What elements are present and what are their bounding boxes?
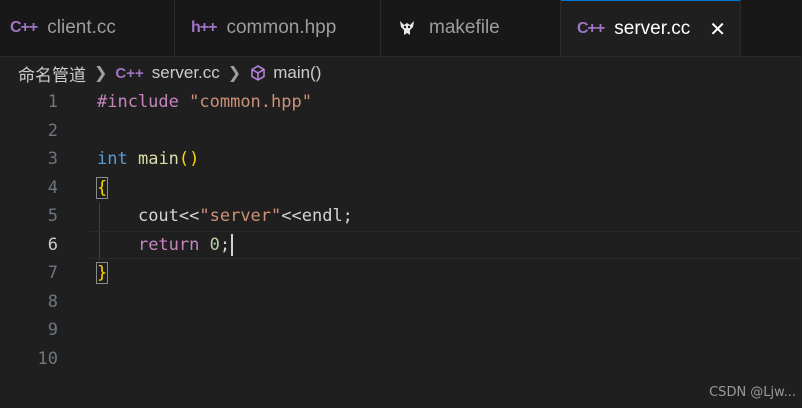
close-icon[interactable]: ✕ — [709, 17, 726, 42]
code-line: 4 { — [0, 174, 802, 203]
token-keyword: return — [137, 234, 200, 255]
hpp-file-icon: h++ — [191, 19, 217, 36]
code-line: 2 — [0, 117, 802, 146]
token-string: "common.hpp" — [189, 92, 312, 112]
line-number: 4 — [47, 177, 58, 198]
token-identifier: cout<< — [137, 206, 200, 226]
symbol-method-icon — [251, 65, 266, 81]
line-number: 7 — [47, 263, 58, 283]
tab-bar: C++ client.cc h++ common.hpp makefile C+… — [0, 0, 802, 57]
breadcrumb-folder[interactable]: 命名管道 — [18, 61, 86, 86]
tab-makefile[interactable]: makefile — [381, 0, 561, 56]
token-number: 0 — [209, 234, 220, 255]
code-line: 8 — [0, 288, 802, 317]
breadcrumb-symbol[interactable]: main() — [273, 63, 321, 83]
token-identifier: <<endl; — [281, 206, 353, 226]
token-brace-close: } — [95, 262, 109, 284]
line-number: 1 — [47, 92, 58, 112]
cpp-file-icon: C++ — [577, 19, 605, 37]
tab-common-hpp[interactable]: h++ common.hpp — [175, 0, 381, 56]
line-number: 10 — [37, 348, 58, 369]
line-number: 6 — [47, 234, 58, 255]
breadcrumb: 命名管道 ❯ C++ server.cc ❯ main() — [18, 60, 321, 86]
line-number: 8 — [47, 291, 58, 312]
token-type: int — [97, 149, 128, 169]
code-line: 3 int main() — [0, 145, 802, 174]
tab-server-cc[interactable]: C++ server.cc ✕ — [561, 0, 741, 56]
line-number: 5 — [47, 206, 58, 226]
text-cursor — [231, 233, 234, 256]
tab-label: client.cc — [47, 17, 116, 38]
token-brace-open: { — [95, 176, 109, 199]
tab-label: server.cc — [614, 17, 691, 39]
breadcrumb-file[interactable]: server.cc — [152, 63, 220, 83]
chevron-right-icon: ❯ — [94, 65, 108, 82]
line-number: 3 — [47, 149, 58, 169]
code-line: 5 cout<<"server"<<endl; — [0, 202, 802, 231]
line-number: 9 — [47, 320, 58, 340]
cpp-file-icon: C++ — [10, 19, 38, 36]
chevron-right-icon: ❯ — [227, 65, 242, 82]
code-line: 10 — [0, 345, 802, 374]
token-string: "server" — [199, 206, 282, 226]
code-editor[interactable]: 1 #include "common.hpp" 2 3 int main() 4… — [0, 88, 802, 388]
cpp-file-icon: C++ — [115, 64, 144, 82]
code-line: 6 return 0; — [0, 231, 802, 260]
token-punct: ; — [219, 234, 231, 255]
code-line: 1 #include "common.hpp" — [0, 88, 802, 117]
tab-label: makefile — [429, 17, 500, 38]
line-number: 2 — [47, 120, 58, 141]
tab-client-cc[interactable]: C++ client.cc — [0, 0, 175, 56]
code-line: 9 — [0, 316, 802, 345]
token-parens: () — [178, 149, 200, 169]
gnu-icon — [400, 21, 414, 35]
watermark: CSDN @Ljw... — [709, 385, 796, 400]
tab-label: common.hpp — [226, 17, 337, 38]
token-directive: #include — [97, 92, 179, 112]
token-function: main — [137, 149, 179, 169]
code-line: 7 } — [0, 259, 802, 288]
